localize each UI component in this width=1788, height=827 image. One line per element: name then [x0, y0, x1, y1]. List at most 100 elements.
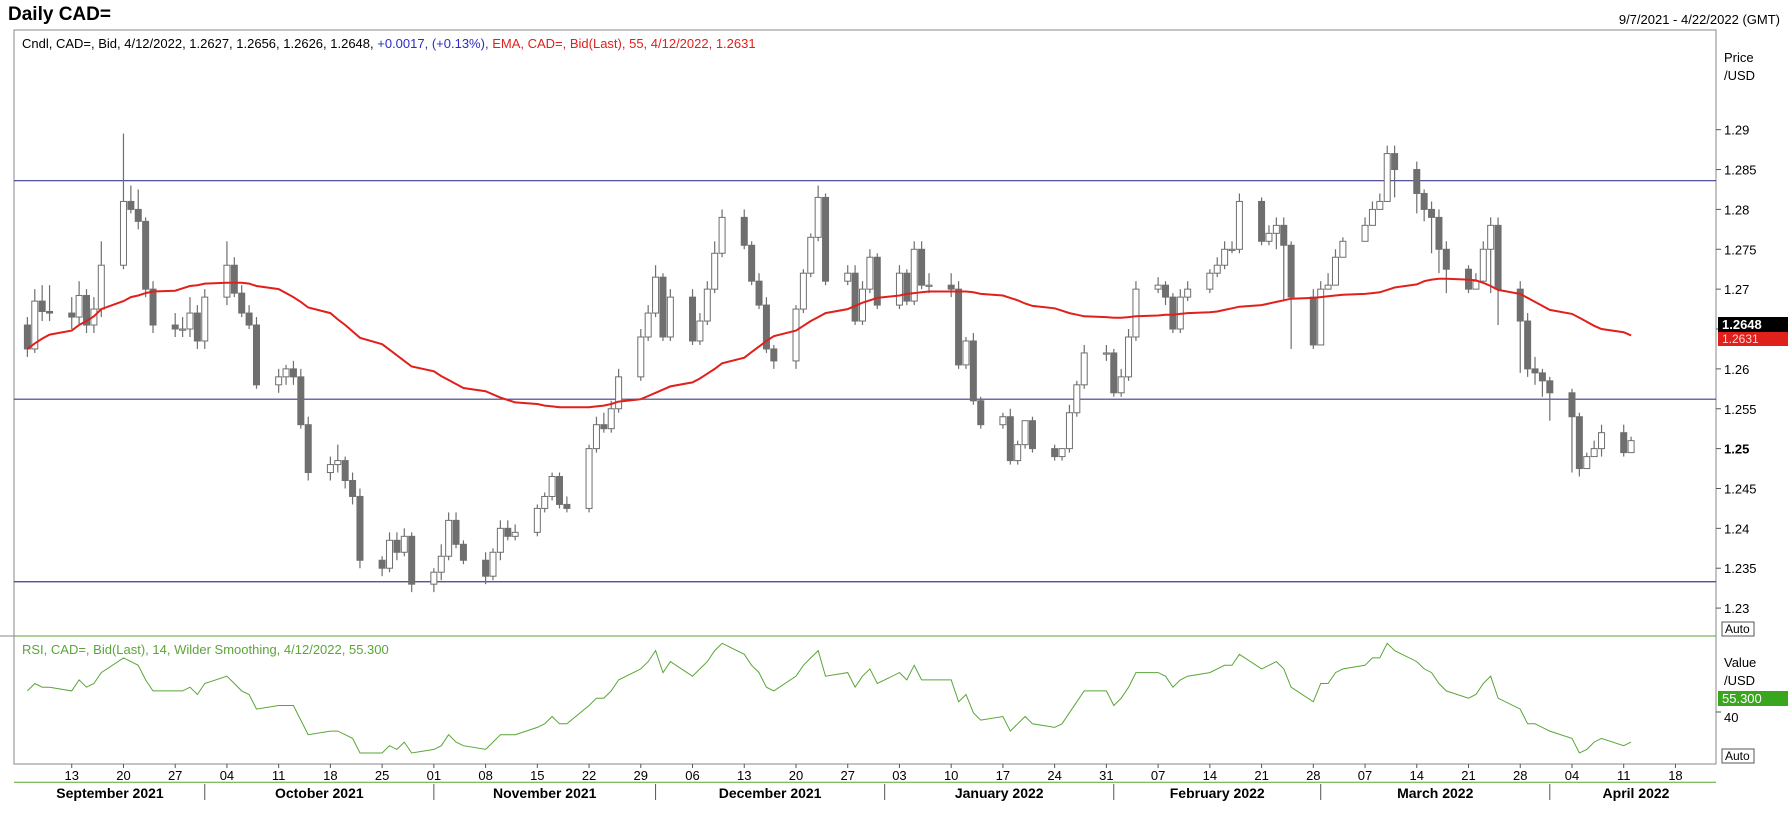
candle-up	[1065, 412, 1073, 450]
x-tick-label: 21	[1461, 768, 1475, 783]
legend-cndl: Cndl, CAD=, Bid, 4/12/2022, 1.2627, 1.26…	[22, 36, 374, 51]
candle-up	[1235, 200, 1243, 250]
candle-down	[1538, 372, 1546, 382]
price-tick-label: 1.275	[1724, 242, 1757, 257]
x-tick-label: 15	[530, 768, 544, 783]
candle-up	[637, 336, 645, 378]
candle-down	[393, 539, 401, 553]
x-tick-label: 20	[789, 768, 803, 783]
candlesticks	[23, 133, 1635, 593]
candle-up	[1184, 288, 1192, 298]
x-tick-label: 07	[1151, 768, 1165, 783]
price-tick-label: 1.29	[1724, 123, 1749, 138]
month-label: October 2021	[275, 785, 364, 801]
candle-up	[607, 408, 615, 430]
price-tick-label: 1.25	[1724, 442, 1749, 457]
candle-down	[755, 280, 763, 306]
price-panel-frame	[13, 29, 1717, 637]
candle-down	[1442, 248, 1450, 270]
candle-up	[703, 288, 711, 322]
candle-up	[1206, 272, 1214, 290]
candle-down	[563, 503, 571, 509]
candle-up	[1272, 224, 1280, 234]
candle-down	[689, 296, 697, 342]
candle-up	[1125, 336, 1133, 378]
candle-down	[149, 288, 157, 326]
candle-up	[386, 539, 394, 569]
candle-up	[999, 416, 1007, 426]
candle-down	[289, 368, 297, 378]
x-tick-label: 11	[272, 768, 286, 783]
candle-up	[1487, 224, 1495, 250]
candle-down	[1280, 224, 1288, 246]
month-label: September 2021	[56, 785, 164, 801]
candle-down	[1169, 296, 1177, 330]
candle-up	[792, 308, 800, 362]
candle-down	[238, 292, 246, 314]
candle-up	[1021, 420, 1029, 446]
candle-down	[452, 519, 460, 545]
candle-up	[430, 571, 438, 585]
price-tick-label: 1.235	[1724, 561, 1757, 576]
x-tick-label: 24	[1047, 768, 1061, 783]
candle-down	[947, 284, 955, 290]
candle-up	[866, 256, 874, 290]
candle-up	[1213, 264, 1221, 274]
candle-down	[193, 312, 201, 342]
x-tick-label: 28	[1306, 768, 1320, 783]
candle-down	[245, 312, 253, 326]
candle-up	[1132, 288, 1140, 338]
price-y-ticks: 1.231.2351.241.2451.251.2551.261.2651.27…	[1716, 123, 1757, 616]
ema-value: 1.2631	[1722, 332, 1759, 346]
x-tick-label: 18	[323, 768, 337, 783]
candle-up	[1265, 232, 1273, 242]
candle-up	[666, 296, 674, 338]
candle-up	[1058, 448, 1066, 458]
last-price-value: 1.2648	[1722, 317, 1762, 332]
chart-canvas[interactable]: Cndl, CAD=, Bid, 4/12/2022, 1.2627, 1.26…	[0, 0, 1788, 827]
price-tick-label: 1.27	[1724, 282, 1749, 297]
x-tick-label: 17	[996, 768, 1010, 783]
month-label: March 2022	[1397, 785, 1473, 801]
price-auto-label: Auto	[1725, 622, 1750, 636]
candle-down	[600, 424, 608, 430]
month-label: January 2022	[955, 785, 1044, 801]
ema-line	[26, 277, 1632, 409]
candle-up	[119, 200, 127, 266]
candle-down	[1620, 432, 1628, 454]
candle-up	[1590, 448, 1598, 458]
candle-down	[304, 424, 312, 474]
month-label: February 2022	[1170, 785, 1265, 801]
candle-up	[334, 460, 342, 466]
x-tick-label: 29	[634, 768, 648, 783]
candle-up	[1383, 153, 1391, 202]
candle-up	[718, 216, 726, 254]
price-axis-title: Price	[1724, 50, 1754, 65]
candle-down	[903, 272, 911, 302]
candle-down	[230, 264, 238, 294]
candle-up	[652, 276, 660, 314]
month-label: December 2021	[719, 785, 822, 801]
candle-up	[186, 312, 194, 330]
candle-down	[1494, 224, 1502, 290]
candle-down	[555, 476, 563, 505]
candle-down	[127, 200, 135, 210]
candle-down	[482, 559, 490, 577]
candle-up	[696, 320, 704, 342]
candle-up	[1331, 256, 1339, 286]
candle-up	[1154, 284, 1162, 290]
candle-up	[548, 476, 556, 497]
rsi-axis-unit: /USD	[1724, 673, 1755, 688]
candle-down	[740, 216, 748, 246]
candle-down	[955, 288, 963, 366]
candle-up	[1073, 384, 1081, 414]
candle-up	[533, 507, 541, 533]
horizontal-lines	[14, 180, 1716, 583]
price-tick-label: 1.23	[1724, 601, 1749, 616]
month-label: November 2021	[493, 785, 597, 801]
price-tick-label: 1.285	[1724, 163, 1757, 178]
x-tick-label: 13	[64, 768, 78, 783]
candle-up	[489, 551, 497, 577]
candle-up	[326, 464, 334, 474]
candle-down	[252, 324, 260, 386]
